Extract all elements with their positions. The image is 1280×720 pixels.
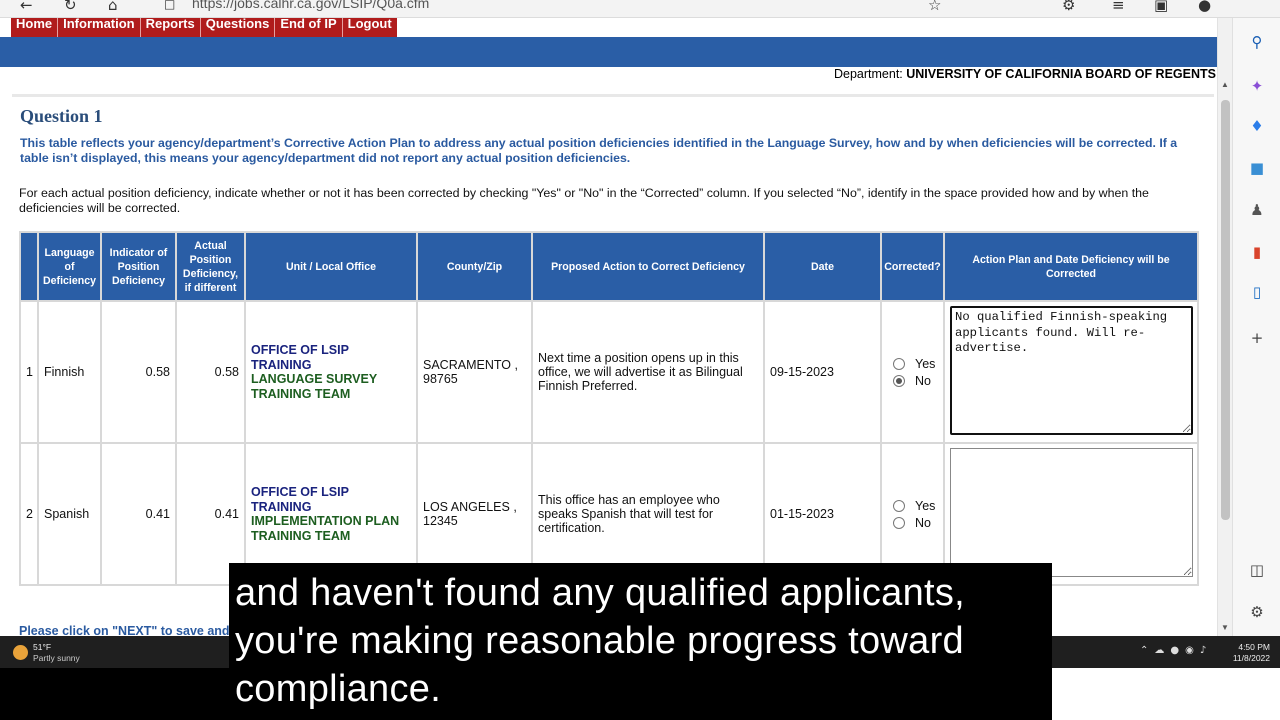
edge-sidebar: ⚲ ✦ ♦ ■ ♟ ▮ ▯ + ◫ ⚙: [1232, 18, 1280, 636]
nav-logout[interactable]: Logout: [343, 18, 397, 37]
row-index: 2: [19, 442, 39, 586]
system-tray-icons[interactable]: ⌃☁●◉♪: [1140, 645, 1212, 656]
radio-yes[interactable]: [893, 357, 905, 370]
add-icon[interactable]: +: [1247, 328, 1267, 348]
scroll-down-icon[interactable]: ▼: [1221, 623, 1229, 632]
scrollbar-thumb[interactable]: [1221, 100, 1230, 520]
corrected-yes-option[interactable]: Yes: [893, 499, 938, 513]
clock-date[interactable]: 11/8/2022: [1233, 653, 1270, 663]
nav-home[interactable]: Home: [11, 18, 59, 37]
radio-yes-label: Yes: [915, 356, 936, 371]
browser-toolbar: ← ↻ ⌂ □ https://jobs.calhr.ca.gov/LSIP/Q…: [0, 0, 1280, 18]
col-action: Proposed Action to Correct Deficiency: [531, 231, 765, 302]
refresh-icon[interactable]: ↻: [64, 0, 77, 14]
table-row: 1 Finnish 0.58 0.58 OFFICE OF LSIP TRAIN…: [19, 300, 1199, 444]
settings-icon[interactable]: ⚙: [1062, 0, 1075, 14]
action-plan-textarea[interactable]: [950, 448, 1193, 577]
radio-no-label: No: [915, 373, 931, 388]
favorite-icon[interactable]: ☆: [928, 0, 941, 14]
question-instructions: For each actual position deficiency, ind…: [19, 186, 1149, 215]
weather-desc[interactable]: Partly sunny: [33, 653, 80, 663]
col-indicator: Indicator of Position Deficiency: [100, 231, 177, 302]
shopping-tag-icon[interactable]: ♦: [1247, 116, 1267, 136]
web-page: Home Information Reports Questions End o…: [0, 18, 1217, 636]
corrected-no-option[interactable]: No: [893, 374, 938, 388]
scroll-up-icon[interactable]: ▲: [1221, 80, 1229, 89]
page-scrollbar[interactable]: ▲ ▼: [1217, 18, 1232, 636]
nav-information[interactable]: Information: [58, 18, 141, 37]
department-name: UNIVERSITY OF CALIFORNIA BOARD OF REGENT…: [906, 67, 1216, 81]
address-bar[interactable]: https://jobs.calhr.ca.gov/LSIP/Q0a.cfm: [192, 0, 429, 11]
row-indicator: 0.41: [100, 442, 177, 586]
unit-team: IMPLEMENTATION PLAN TRAINING TEAM: [251, 514, 400, 543]
corrected-no-option[interactable]: No: [893, 516, 938, 530]
caption-line-1: and haven't found any qualified applican…: [235, 572, 966, 614]
outlook-icon[interactable]: ▯: [1247, 282, 1267, 302]
unit-team: LANGUAGE SURVEY TRAINING TEAM: [251, 372, 377, 401]
discover-icon[interactable]: ✦: [1247, 76, 1267, 96]
radio-yes[interactable]: [893, 499, 905, 512]
row-language: Finnish: [37, 300, 102, 444]
letterbox: [0, 668, 229, 720]
nav-reports[interactable]: Reports: [141, 18, 201, 37]
screen: ← ↻ ⌂ □ https://jobs.calhr.ca.gov/LSIP/Q…: [0, 0, 1280, 720]
favorites-bar-icon[interactable]: ≡: [1112, 0, 1125, 14]
radio-no-label: No: [915, 515, 931, 530]
sidebar-toggle-icon[interactable]: ◫: [1247, 560, 1267, 580]
question-intro: This table reflects your agency/departme…: [20, 136, 1178, 165]
row-action: Next time a position opens up in this of…: [531, 300, 765, 444]
radio-yes-label: Yes: [915, 498, 936, 513]
table-header-row: Language of Deficiency Indicator of Posi…: [19, 231, 1199, 302]
divider: [12, 94, 1214, 97]
row-county: SACRAMENTO , 98765: [416, 300, 533, 444]
col-language: Language of Deficiency: [37, 231, 102, 302]
department-line: Department: UNIVERSITY OF CALIFORNIA BOA…: [834, 67, 1216, 81]
col-corrected: Corrected?: [880, 231, 945, 302]
row-indicator: 0.58: [100, 300, 177, 444]
caption-line-2: you're making reasonable progress toward: [235, 620, 964, 662]
games-icon[interactable]: ♟: [1247, 200, 1267, 220]
lock-icon[interactable]: □: [164, 0, 175, 11]
unit-office: OFFICE OF LSIP TRAINING: [251, 343, 349, 372]
header-band: [0, 37, 1217, 67]
tools-icon[interactable]: ■: [1247, 158, 1267, 178]
collections-icon[interactable]: ▣: [1154, 0, 1168, 14]
clock-time[interactable]: 4:50 PM: [1238, 642, 1270, 652]
nav-end-of-ip[interactable]: End of IP: [275, 18, 343, 37]
row-actual: 0.58: [175, 300, 246, 444]
col-plan: Action Plan and Date Deficiency will be …: [943, 231, 1199, 302]
home-icon[interactable]: ⌂: [108, 0, 118, 14]
question-title: Question 1: [20, 106, 103, 126]
corrected-yes-option[interactable]: Yes: [893, 357, 938, 371]
col-actual: Actual Position Deficiency, if different: [175, 231, 246, 302]
row-unit: OFFICE OF LSIP TRAINING LANGUAGE SURVEY …: [244, 300, 418, 444]
radio-no[interactable]: [893, 374, 905, 387]
col-date: Date: [763, 231, 882, 302]
col-county: County/Zip: [416, 231, 533, 302]
weather-sun-icon[interactable]: [13, 645, 28, 660]
subtitle-caption: and haven't found any qualified applican…: [229, 563, 1052, 720]
sidebar-settings-icon[interactable]: ⚙: [1247, 602, 1267, 622]
weather-temp[interactable]: 51°F: [33, 642, 51, 652]
office-icon[interactable]: ▮: [1247, 242, 1267, 262]
back-icon[interactable]: ←: [20, 0, 33, 14]
row-index: 1: [19, 300, 39, 444]
profile-avatar-icon[interactable]: ●: [1198, 0, 1211, 14]
row-date: 09-15-2023: [763, 300, 882, 444]
unit-office: OFFICE OF LSIP TRAINING: [251, 485, 349, 514]
row-corrected: Yes No: [880, 300, 945, 444]
deficiency-table: Language of Deficiency Indicator of Posi…: [19, 231, 1199, 586]
caption-line-3: compliance.: [235, 668, 442, 710]
row-plan: No qualified Finnish-speaking applicants…: [943, 300, 1199, 444]
radio-no[interactable]: [893, 516, 905, 529]
nav-questions[interactable]: Questions: [201, 18, 276, 37]
department-label: Department:: [833, 67, 903, 81]
action-plan-textarea[interactable]: No qualified Finnish-speaking applicants…: [950, 306, 1193, 435]
search-icon[interactable]: ⚲: [1247, 32, 1267, 52]
row-language: Spanish: [37, 442, 102, 586]
next-instruction: Please click on "NEXT" to save and: [19, 624, 230, 636]
col-index: [19, 231, 39, 302]
col-unit: Unit / Local Office: [244, 231, 418, 302]
top-navigation: Home Information Reports Questions End o…: [11, 18, 397, 37]
